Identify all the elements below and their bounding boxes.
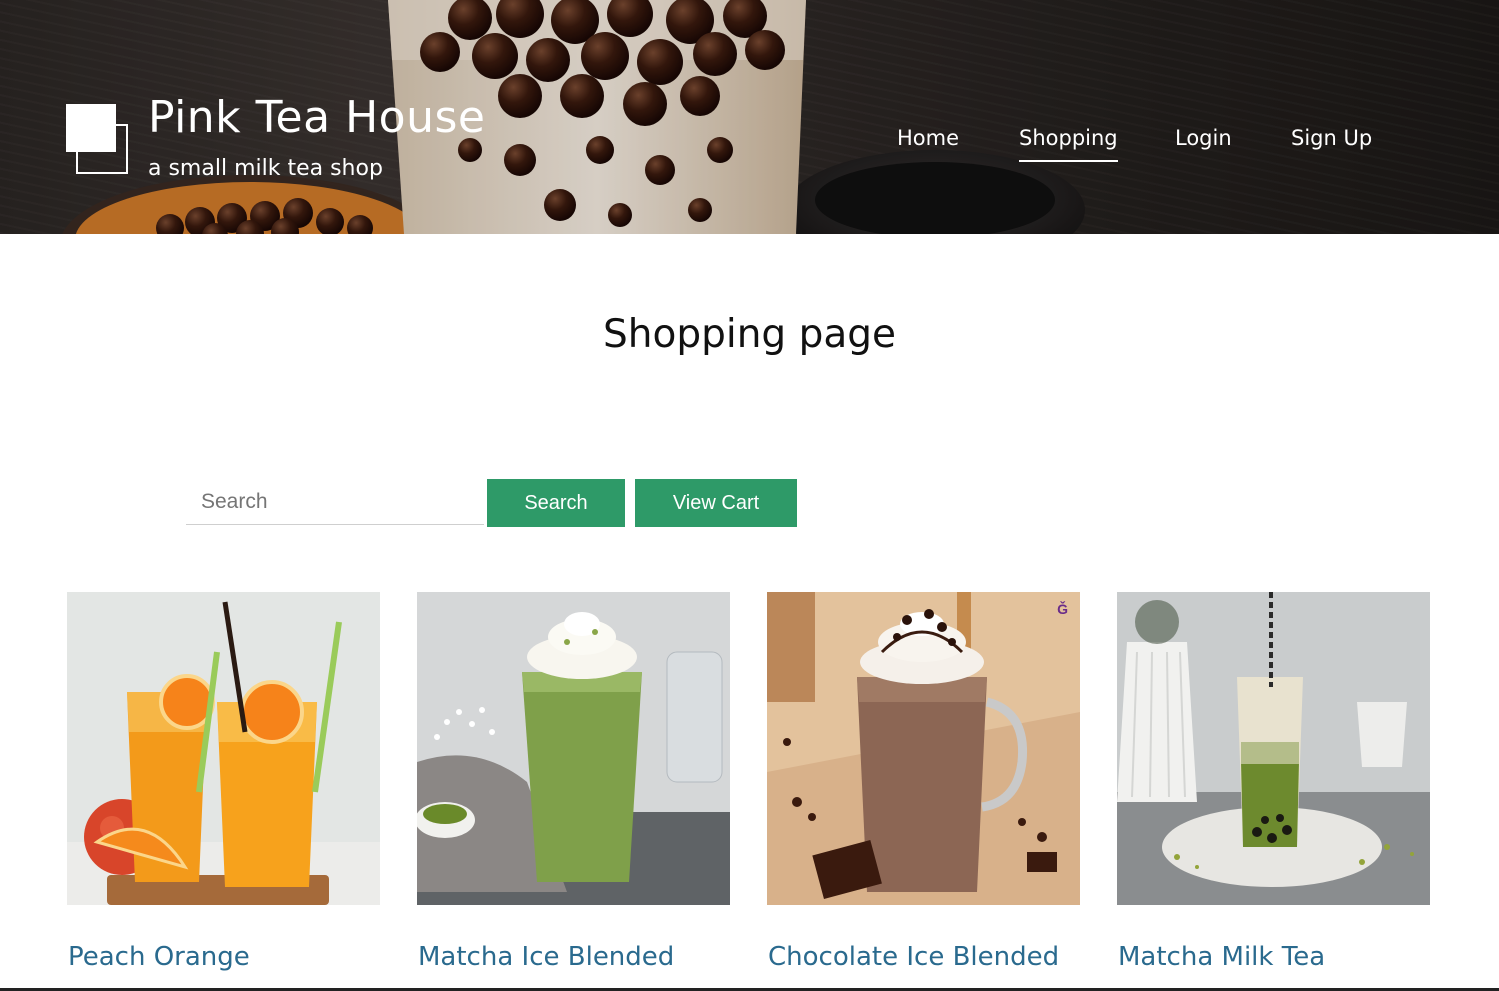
main-navigation: Home Shopping Login Sign Up [0,126,1499,170]
nav-signup-link[interactable]: Sign Up [1291,126,1372,160]
product-image-chocolate-ice-blended[interactable]: Ǧ [767,592,1080,905]
product-name[interactable]: Matcha Milk Tea [1118,942,1325,972]
product-card[interactable]: Peach Orange [67,592,380,972]
nav-home-link[interactable]: Home [897,126,959,160]
watermark-logo: Ǧ [1057,600,1068,617]
page-title: Shopping page [603,312,896,357]
view-cart-button[interactable]: View Cart [635,479,797,527]
search-button[interactable]: Search [487,479,625,527]
nav-login-link[interactable]: Login [1175,126,1232,160]
product-name[interactable]: Matcha Ice Blended [418,942,674,972]
product-name[interactable]: Chocolate Ice Blended [768,942,1059,972]
product-card[interactable]: Ǧ Chocolate Ice Blended [767,592,1080,972]
product-image-matcha-ice-blended[interactable] [417,592,730,905]
nav-shopping-link[interactable]: Shopping [1019,126,1118,162]
search-input[interactable] [186,479,484,525]
product-name[interactable]: Peach Orange [68,942,250,972]
product-card[interactable]: Matcha Milk Tea [1117,592,1430,972]
product-card[interactable]: Matcha Ice Blended [417,592,730,972]
product-image-peach-orange[interactable] [67,592,380,905]
hero-header: Pink Tea House a small milk tea shop Hom… [0,0,1499,234]
product-image-matcha-milk-tea[interactable] [1117,592,1430,905]
